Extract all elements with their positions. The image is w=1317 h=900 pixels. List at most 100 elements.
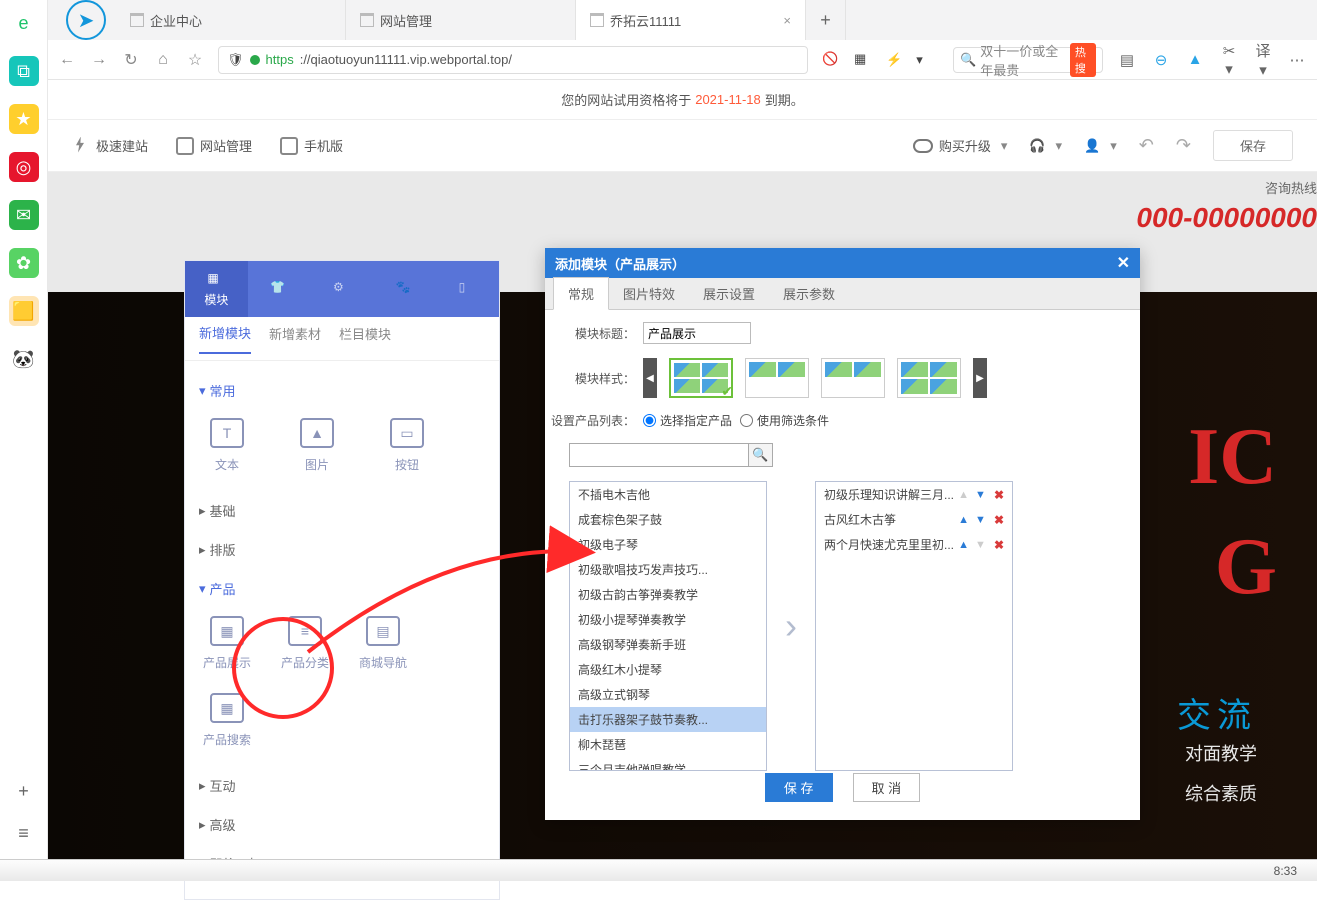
list-item[interactable]: 三个月吉他弹唱教学	[570, 757, 766, 771]
list-item[interactable]: 高级红木小提琴	[570, 657, 766, 682]
list-item[interactable]: 初级小提琴弹奏教学	[570, 607, 766, 632]
modal-cancel-button[interactable]: 取 消	[853, 773, 921, 802]
available-products-list[interactable]: 不插电木吉他成套棕色架子鼓初级电子琴初级歌唱技巧发声技巧...初级古韵古筝弹奏教…	[569, 481, 767, 771]
more-icon[interactable]: ⋯	[1287, 51, 1307, 69]
modal-tab-general[interactable]: 常规	[553, 277, 609, 310]
section-interactive[interactable]: ▸ 互动	[199, 766, 485, 805]
tab-enterprise[interactable]: 企业中心	[116, 0, 346, 40]
selected-products-list[interactable]: 初级乐理知识讲解三月...▲▼✖古风红木古筝▲▼✖两个月快速尤克里里初...▲▼…	[815, 481, 1013, 771]
style-option-3[interactable]	[821, 358, 885, 398]
translate-icon[interactable]: 译▾	[1253, 40, 1273, 79]
cloud-icon[interactable]: ▲	[1185, 51, 1205, 68]
new-tab-button[interactable]: +	[806, 0, 846, 40]
bolt-icon[interactable]: ⚡	[886, 52, 902, 68]
sidebar-app-2-icon[interactable]: 🟨	[9, 296, 39, 326]
style-prev-button[interactable]: ◀	[643, 358, 657, 398]
remove-icon[interactable]: ✖	[994, 538, 1004, 552]
move-down-icon[interactable]: ▼	[975, 489, 986, 501]
sidebar-favorites-icon[interactable]: ★	[9, 104, 39, 134]
list-item[interactable]: 初级歌唱技巧发声技巧...	[570, 557, 766, 582]
radio-filter-products[interactable]: 使用筛选条件	[740, 412, 829, 429]
list-item[interactable]: 古风红木古筝▲▼✖	[816, 507, 1012, 532]
sidebar-menu-icon[interactable]: ≡	[9, 818, 39, 848]
module-mall-nav[interactable]: ▤商城导航	[355, 616, 411, 671]
modal-tab-display[interactable]: 展示设置	[689, 278, 769, 309]
sidebar-wechat-icon[interactable]: ✿	[9, 248, 39, 278]
radio-select-products[interactable]: 选择指定产品	[643, 412, 732, 429]
url-input[interactable]: 🛡 https://qiaotuoyun11111.vip.webportal.…	[218, 46, 808, 74]
remove-icon[interactable]: ✖	[994, 513, 1004, 527]
qr-icon[interactable]: ▦	[854, 51, 872, 69]
module-button[interactable]: ▭按钮	[379, 418, 435, 473]
style-option-2[interactable]	[745, 358, 809, 398]
scissors-icon[interactable]: ✂▾	[1219, 42, 1239, 78]
module-title-input[interactable]	[643, 322, 751, 344]
toolbar-site-manage[interactable]: 网站管理	[176, 136, 252, 155]
sidebar-app-1-icon[interactable]: ⧉	[9, 56, 39, 86]
tab-close-icon[interactable]: ×	[783, 13, 791, 28]
save-button[interactable]: 保存	[1213, 130, 1293, 161]
undo-button[interactable]: ↶	[1139, 135, 1154, 156]
top-tab-id[interactable]: ▯	[436, 261, 499, 317]
sidebar-app-3-icon[interactable]: 🐼	[9, 344, 39, 374]
omnibox-search[interactable]: 🔍 双十一价或全年最贵 热搜	[953, 47, 1103, 73]
section-base[interactable]: ▸ 基础	[199, 491, 485, 530]
list-item[interactable]: 两个月快速尤克里里初...▲▼✖	[816, 532, 1012, 557]
move-up-icon[interactable]: ▲	[958, 514, 969, 526]
top-tab-pet[interactable]: 🐾	[373, 261, 436, 317]
subtab-add-module[interactable]: 新增模块	[199, 323, 251, 354]
modal-tab-params[interactable]: 展示参数	[769, 278, 849, 309]
style-option-4[interactable]	[897, 358, 961, 398]
compass-icon[interactable]: ➤	[66, 0, 106, 40]
section-advanced[interactable]: ▸ 高级	[199, 805, 485, 844]
list-item[interactable]: 初级乐理知识讲解三月...▲▼✖	[816, 482, 1012, 507]
section-layout[interactable]: ▸ 排版	[199, 530, 485, 569]
redo-button[interactable]: ↷	[1176, 135, 1191, 156]
sidebar-weibo-icon[interactable]: ◎	[9, 152, 39, 182]
radio-select-products-input[interactable]	[643, 414, 656, 427]
adblock-icon[interactable]: 🚫	[822, 51, 840, 69]
bookmark-button[interactable]: ☆	[186, 50, 204, 70]
top-tab-module[interactable]: ▦ 模块	[185, 261, 248, 317]
transfer-button[interactable]: ›	[781, 605, 801, 647]
radio-filter-products-input[interactable]	[740, 414, 753, 427]
top-tab-shirt[interactable]: 👕	[248, 261, 311, 317]
module-image[interactable]: ▲图片	[289, 418, 345, 473]
top-tab-settings[interactable]: ⚙	[311, 261, 374, 317]
sidebar-mail-icon[interactable]: ✉	[9, 200, 39, 230]
forward-button[interactable]: →	[90, 51, 108, 69]
style-option-1[interactable]	[669, 358, 733, 398]
tab-qiaotuoyun[interactable]: 乔拓云11111 ×	[576, 0, 806, 40]
modal-tab-effects[interactable]: 图片特效	[609, 278, 689, 309]
module-text[interactable]: T文本	[199, 418, 255, 473]
list-item[interactable]: 初级电子琴	[570, 532, 766, 557]
back-button[interactable]: ←	[58, 51, 76, 69]
toolbar-support[interactable]: 🎧	[1029, 138, 1062, 154]
section-product[interactable]: ▾ 产品	[199, 569, 485, 608]
download-icon[interactable]: ⊖	[1151, 51, 1171, 69]
toolbar-fast-build[interactable]: 极速建站	[72, 136, 148, 155]
modal-close-button[interactable]: ✕	[1117, 253, 1130, 273]
module-product-category[interactable]: ≡产品分类	[277, 616, 333, 671]
list-item[interactable]: 成套棕色架子鼓	[570, 507, 766, 532]
move-down-icon[interactable]: ▼	[975, 514, 986, 526]
toolbar-account[interactable]: 👤	[1084, 138, 1117, 154]
list-item[interactable]: 击打乐器架子鼓节奏教...	[570, 707, 766, 732]
module-product-display[interactable]: ▦产品展示	[199, 616, 255, 671]
module-product-search[interactable]: ▦产品搜索	[199, 693, 255, 748]
list-item[interactable]: 高级钢琴弹奏新手班	[570, 632, 766, 657]
tab-site-manage[interactable]: 网站管理	[346, 0, 576, 40]
section-common[interactable]: ▾ 常用	[199, 371, 485, 410]
style-next-button[interactable]: ▶	[973, 358, 987, 398]
toolbar-upgrade[interactable]: 购买升级	[913, 136, 1008, 155]
list-item[interactable]: 柳木琵琶	[570, 732, 766, 757]
chevron-down-icon[interactable]: ▾	[916, 52, 923, 68]
remove-icon[interactable]: ✖	[994, 488, 1004, 502]
reload-button[interactable]: ↻	[122, 50, 140, 70]
subtab-add-asset[interactable]: 新增素材	[269, 324, 321, 353]
toolbar-mobile[interactable]: 手机版	[280, 136, 343, 155]
move-up-icon[interactable]: ▲	[958, 539, 969, 551]
product-search-button[interactable]: 🔍	[749, 443, 773, 467]
product-search-input[interactable]	[569, 443, 749, 467]
list-item[interactable]: 不插电木吉他	[570, 482, 766, 507]
